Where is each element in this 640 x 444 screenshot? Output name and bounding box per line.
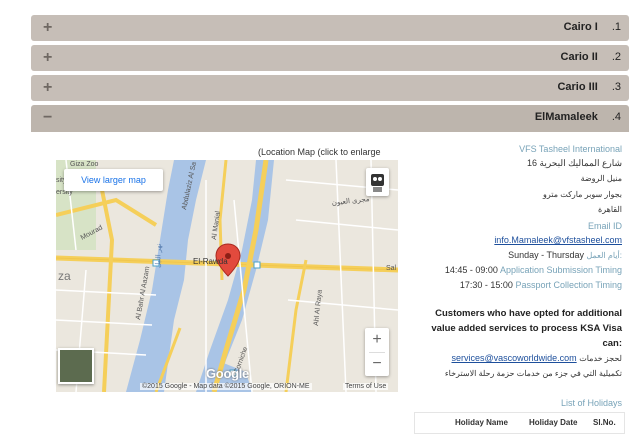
passport-timing: 17:30 - 15:00 Passport Collection Timing	[460, 280, 622, 290]
expand-plus-icon: +	[43, 79, 53, 96]
address-line-2: منيل الروضة	[580, 174, 622, 183]
company-name: VFS Tasheel International	[519, 144, 622, 154]
accordion-cairo-3[interactable]: + Cario III .3	[31, 75, 629, 101]
col-holiday-name: Holiday Name	[455, 418, 508, 427]
col-holiday-date: Holiday Date	[529, 418, 578, 427]
services-line: services@vascoworldwide.com لحجز خدمات	[451, 353, 622, 363]
address-line-4: القاهرة	[598, 205, 622, 214]
map-label-sal: Sal	[386, 265, 397, 272]
note-line-3: can:	[602, 338, 622, 349]
map-graphic: Giza Zoo sity ersity Mourad Abdulaziz Al…	[56, 160, 398, 392]
map-label-giza-zoo: Giza Zoo	[70, 161, 99, 168]
accordion-title: ElMamaleek .4	[534, 111, 621, 123]
application-time: 14:45 - 09:00	[444, 265, 498, 275]
working-days: Sunday - Thursday أيام العمل:	[508, 250, 622, 260]
location-map[interactable]: Giza Zoo sity ersity Mourad Abdulaziz Al…	[56, 160, 398, 392]
address-line-3: بجوار سوبر ماركت مترو	[543, 190, 622, 199]
holidays-table-header: Holiday Name Holiday Date Sl.No.	[414, 412, 625, 434]
expand-plus-icon: +	[43, 19, 53, 36]
zoom-out-button[interactable]: −	[365, 352, 389, 376]
note-line-1: Customers who have opted for additional	[435, 308, 622, 319]
address-line-1: 16 شارع المماليك البحرية	[526, 158, 622, 168]
application-timing: 14:45 - 09:00 Application Submission Tim…	[445, 265, 622, 275]
view-larger-map-link[interactable]: View larger map	[64, 169, 163, 191]
note-line-2: value added services to process KSA Visa	[431, 323, 622, 334]
map-label-giza-partial: za	[58, 269, 71, 283]
accordion-title: Cario III .3	[557, 81, 621, 93]
map-label-nile: نهر النيل	[154, 243, 163, 268]
street-view-pegman-icon[interactable]	[366, 168, 389, 196]
email-link[interactable]: info.Mamaleek@vfstasheel.com	[494, 235, 622, 245]
col-sl-no: Sl.No.	[593, 418, 616, 427]
email-label: Email ID	[587, 221, 622, 231]
accordion-elmamaleek[interactable]: − ElMamaleek .4	[31, 105, 629, 132]
collapse-minus-icon: −	[43, 109, 53, 126]
zoom-divider	[369, 352, 385, 353]
application-label: Application Submission Timing	[499, 265, 622, 275]
terms-of-use-link[interactable]: Terms of Use	[343, 383, 389, 390]
accordion-title: Cairo I .1	[563, 21, 621, 33]
services-arabic: لحجز خدمات	[579, 354, 622, 363]
expand-plus-icon: +	[43, 49, 53, 66]
services-email-link[interactable]: services@vascoworldwide.com	[451, 353, 576, 363]
satellite-thumbnail[interactable]	[58, 348, 94, 384]
google-logo: Google	[206, 366, 249, 381]
services-arabic-line-2: تكميلية التي في جزء من خدمات حزمة رحلة ا…	[444, 369, 622, 378]
zoom-in-button[interactable]: +	[365, 328, 389, 352]
passport-time: 17:30 - 15:00	[459, 280, 513, 290]
accordion-title: Cario II .2	[560, 51, 621, 63]
accordion-cairo-1[interactable]: + Cairo I .1	[31, 15, 629, 41]
map-attribution: ©2015 Google - Map data ©2015 Google, OR…	[140, 383, 312, 390]
accordion-cairo-2[interactable]: + Cario II .2	[31, 45, 629, 71]
map-caption: (Location Map (click to enlarge	[258, 147, 381, 157]
passport-label: Passport Collection Timing	[515, 280, 622, 290]
working-days-label: أيام العمل:	[586, 251, 623, 260]
working-days-value: Sunday - Thursday	[508, 250, 584, 260]
holidays-title: List of Holidays	[560, 398, 622, 408]
map-label-el-rawda: El-Rawda	[193, 257, 228, 266]
zoom-control: + −	[365, 328, 389, 376]
